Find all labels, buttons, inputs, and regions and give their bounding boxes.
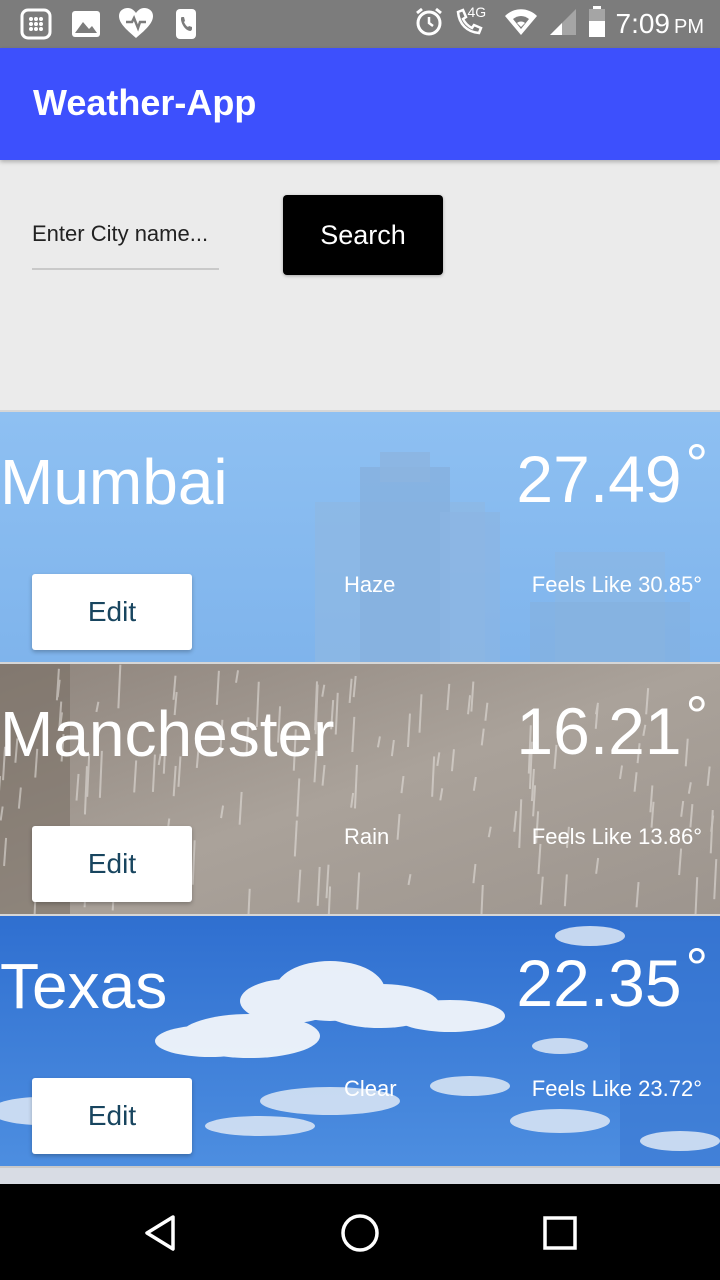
navigation-bar	[0, 1184, 720, 1280]
app-bar: Weather-App	[0, 48, 720, 160]
alarm-icon	[414, 7, 444, 42]
phone-icon	[168, 8, 204, 40]
degree-symbol: °	[685, 684, 708, 747]
card-feels-like: Feels Like 13.86°	[531, 824, 702, 849]
signal-icon	[548, 7, 578, 42]
weather-card-manchester[interactable]: Manchester 16.21° Rain Feels Like 13.86°…	[0, 662, 720, 914]
card-temperature: 27.49°	[516, 436, 708, 513]
card-condition: Clear	[344, 1076, 397, 1101]
back-icon[interactable]	[136, 1208, 186, 1258]
clock-time: 7:09	[615, 8, 671, 39]
edit-button[interactable]: Edit	[32, 826, 192, 902]
temp-value: 22.35	[516, 946, 682, 1020]
card-city-name: Manchester	[0, 698, 335, 770]
home-icon[interactable]	[335, 1208, 385, 1258]
card-feels-like: Feels Like 30.85°	[531, 572, 702, 597]
clock: 7:09 PM	[616, 8, 705, 40]
card-condition: Haze	[344, 572, 396, 597]
next-card-edge	[0, 1166, 720, 1186]
card-temperature: 22.35°	[516, 940, 708, 1017]
city-name-input[interactable]	[32, 200, 219, 270]
recents-icon[interactable]	[535, 1208, 585, 1258]
wifi-icon	[504, 8, 538, 41]
clock-ampm: PM	[674, 16, 704, 38]
weather-card-mumbai[interactable]: Mumbai 27.49° Haze Feels Like 30.85° Edi…	[0, 410, 720, 662]
temp-value: 27.49	[516, 442, 682, 516]
weather-card-texas[interactable]: Texas 22.35° Clear Feels Like 23.72° Edi…	[0, 914, 720, 1166]
card-city-name: Mumbai	[0, 446, 228, 518]
card-city-name: Texas	[0, 950, 168, 1022]
health-icon	[118, 8, 154, 40]
degree-symbol: °	[685, 936, 708, 999]
search-button[interactable]: Search	[283, 195, 443, 275]
card-condition: Rain	[344, 824, 390, 849]
wifi-call-icon: 4G	[454, 3, 494, 43]
battery-icon	[588, 5, 606, 43]
network-type-label: 4G	[467, 3, 487, 20]
degree-symbol: °	[685, 432, 708, 495]
card-feels-like: Feels Like 23.72°	[531, 1076, 702, 1101]
gallery-icon	[68, 8, 104, 40]
status-bar: 4G 7:09 PM	[0, 0, 720, 48]
temp-value: 16.21	[516, 694, 682, 768]
card-temperature: 16.21°	[516, 688, 708, 765]
calculator-icon	[18, 8, 54, 40]
edit-button[interactable]: Edit	[32, 574, 192, 650]
app-title: Weather-App	[33, 82, 257, 123]
edit-button[interactable]: Edit	[32, 1078, 192, 1154]
